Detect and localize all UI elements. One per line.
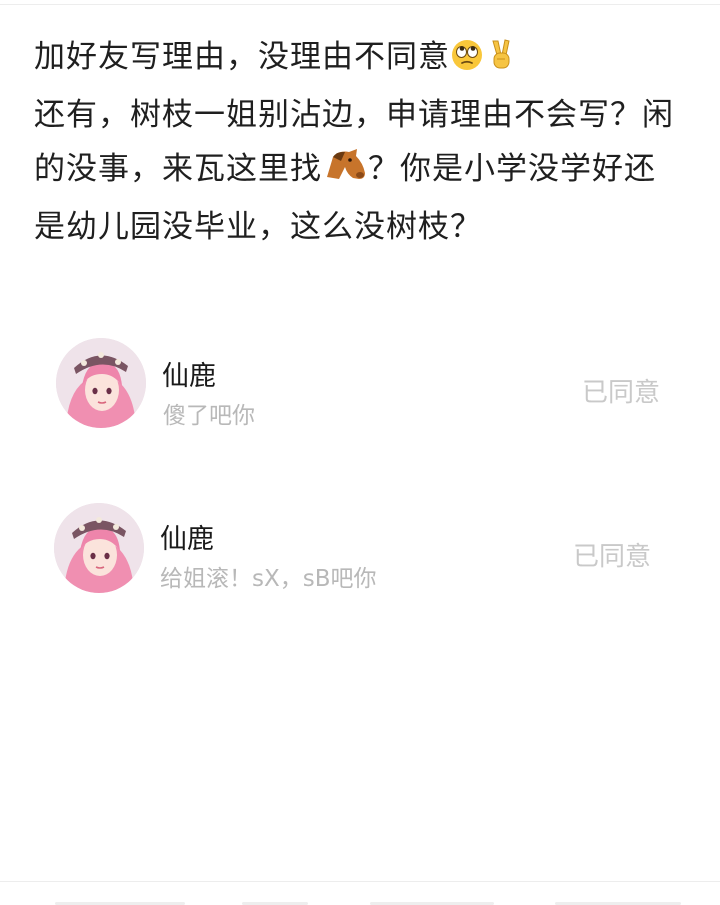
- horse-face-emoji-icon: [323, 146, 367, 200]
- request-message: 给姐滚！sX，sB吧你: [160, 566, 377, 592]
- top-divider: [0, 4, 720, 5]
- bottom-divider: [0, 881, 720, 882]
- accepted-status: 已同意: [573, 542, 652, 572]
- friend-request-row[interactable]: 仙鹿 给姐滚！sX，sB吧你 已同意: [0, 503, 720, 603]
- post-content: 加好友写理由，没理由不同意 还有，树枝一姐别沾边，申请理由不会写？闲的没事，来瓦…: [34, 30, 686, 254]
- accepted-status: 已同意: [582, 378, 661, 408]
- user-name: 仙鹿: [160, 524, 214, 555]
- request-message: 傻了吧你: [163, 403, 255, 429]
- avatar[interactable]: [56, 338, 146, 428]
- friend-request-row[interactable]: 仙鹿 傻了吧你 已同意: [0, 338, 720, 438]
- victory-hand-emoji-icon: [485, 34, 517, 88]
- post-text-part-1: 加好友写理由，没理由不同意: [34, 39, 450, 75]
- avatar[interactable]: [54, 503, 144, 593]
- user-name: 仙鹿: [162, 361, 216, 392]
- eye-roll-emoji-icon: [451, 34, 483, 88]
